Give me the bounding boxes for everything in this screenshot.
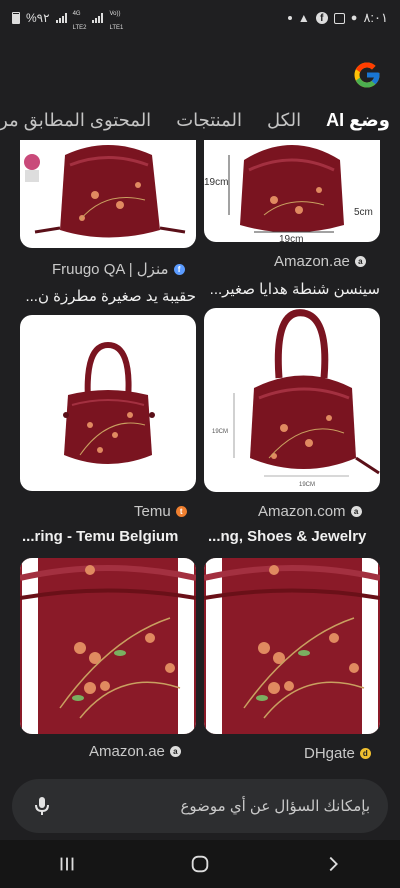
tab-all[interactable]: الكل	[257, 110, 311, 131]
fruugo-icon: f	[173, 263, 185, 275]
amazon-icon: a	[350, 506, 362, 517]
search-tabs: وضع AI الكل المنتجات المحتوى المطابق مرئ…	[0, 110, 400, 142]
result-image-2[interactable]	[20, 140, 196, 248]
network-2: Vo)) LTE1	[109, 11, 124, 31]
result-source-3[interactable]: a Amazon.com	[258, 503, 362, 520]
result-source-2[interactable]: f Fruugo QA | منزل	[52, 260, 185, 278]
ask-anything-bar[interactable]: بإمكانك السؤال عن أي موضوع	[12, 779, 388, 833]
google-logo-icon[interactable]	[352, 60, 382, 90]
tab-visual-matches[interactable]: المحتوى المطابق مرئيًا	[0, 110, 161, 131]
status-right: ▲ f ● ٨:٠١	[287, 10, 388, 26]
facebook-icon: f	[315, 12, 328, 24]
result-caption-1[interactable]: سينسن شنطة هدايا صغير...	[204, 280, 380, 298]
signal-icon	[55, 13, 67, 23]
microphone-icon[interactable]	[30, 794, 54, 818]
dhgate-icon: d	[359, 748, 371, 759]
result-image-1[interactable]: 19cm 5cm 19cm	[204, 140, 380, 242]
result-source-5[interactable]: d DHgate	[304, 745, 371, 762]
dimension-label: 19cm	[204, 177, 228, 188]
amazon-icon: a	[354, 256, 366, 267]
gallery-icon	[333, 12, 345, 24]
signal-icon-2	[92, 13, 104, 23]
clock-time: ٨:٠١	[363, 10, 388, 25]
result-image-6[interactable]	[20, 558, 196, 734]
person-icon: ●	[350, 12, 358, 24]
result-source-6[interactable]: a Amazon.ae	[89, 743, 181, 760]
dimension-label: 19cm	[279, 234, 303, 242]
dimension-label: 19CM	[212, 429, 228, 435]
result-image-5[interactable]	[204, 558, 380, 734]
result-source-4[interactable]: t Temu	[134, 503, 187, 520]
dimension-label: 5cm	[354, 207, 373, 218]
result-source-1[interactable]: a Amazon.ae	[274, 253, 366, 270]
network-1: 4G LTE2	[72, 11, 87, 31]
battery-icon	[12, 12, 20, 24]
amazon-icon: a	[169, 746, 181, 757]
back-icon[interactable]	[322, 853, 344, 875]
battery-percent: %٩٢	[26, 11, 50, 25]
warning-icon: ▲	[297, 11, 310, 25]
result-caption-3[interactable]: ...ng, Shoes & Jewelry	[208, 528, 384, 545]
home-icon[interactable]	[189, 853, 211, 875]
status-left: %٩٢ 4G LTE2 Vo)) LTE1	[12, 4, 123, 32]
system-nav-bar	[0, 840, 400, 888]
result-caption-4[interactable]: ...ring - Temu Belgium	[22, 528, 198, 545]
dimension-label: 19CM	[299, 482, 315, 488]
result-image-4[interactable]	[20, 315, 196, 491]
tab-ai-mode[interactable]: وضع AI	[316, 110, 400, 131]
notification-dot-icon	[287, 16, 292, 20]
status-bar: %٩٢ 4G LTE2 Vo)) LTE1 ▲ f ● ٨:٠١	[0, 0, 400, 36]
result-image-3[interactable]: 19CM 19CM	[204, 308, 380, 492]
search-input[interactable]: بإمكانك السؤال عن أي موضوع	[54, 797, 370, 815]
temu-icon: t	[175, 506, 187, 517]
recent-apps-icon[interactable]	[56, 853, 78, 875]
tab-products[interactable]: المنتجات	[166, 110, 252, 131]
result-caption-2[interactable]: حقيبة يد صغيرة مطرزة ن...	[20, 287, 196, 305]
